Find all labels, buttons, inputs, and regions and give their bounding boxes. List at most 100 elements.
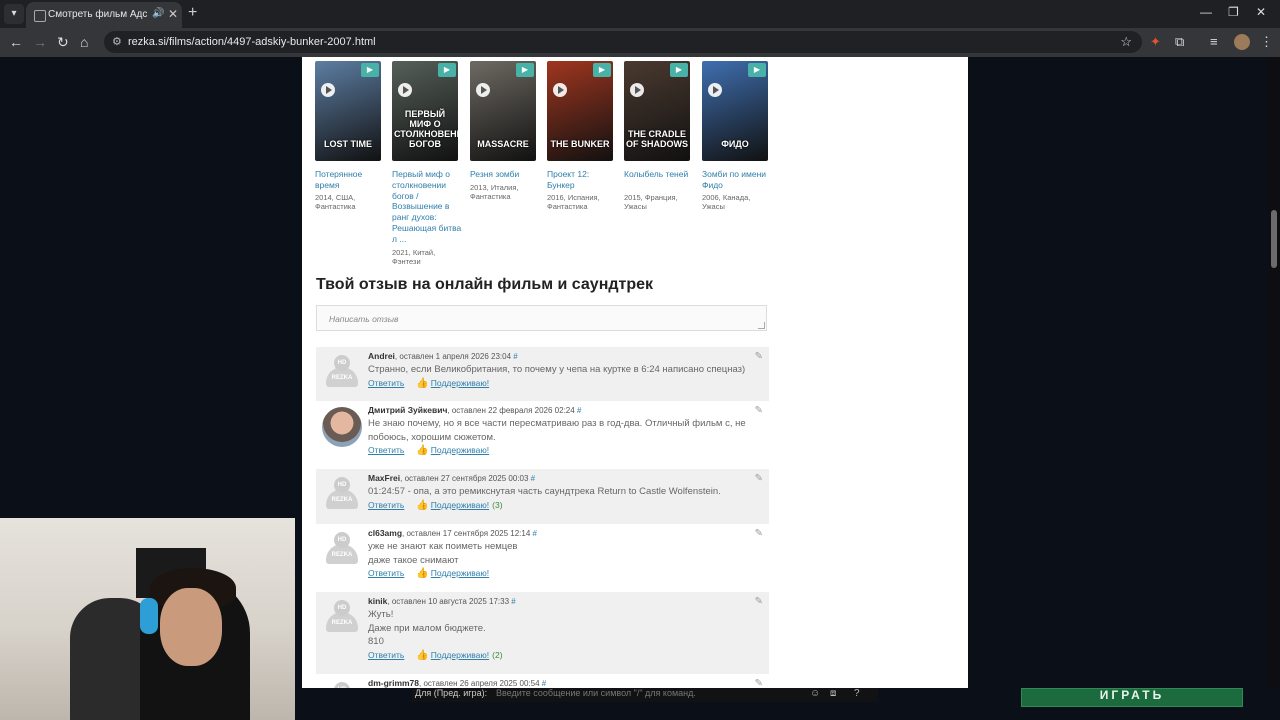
- home-icon[interactable]: ⌂: [80, 34, 88, 50]
- thumbs-up-icon[interactable]: 👍: [416, 650, 428, 661]
- speaker-icon[interactable]: 🔊: [152, 8, 164, 19]
- play-icon[interactable]: [476, 83, 490, 97]
- reply-link[interactable]: Ответить: [368, 568, 404, 578]
- reply-link[interactable]: Ответить: [368, 650, 404, 660]
- comment-author[interactable]: dm-grimm78: [368, 678, 419, 688]
- browser-tab[interactable]: Смотреть фильм Адский бункер 🔊 ✕: [26, 2, 182, 28]
- support-link[interactable]: Поддерживаю!: [431, 568, 489, 578]
- thumbs-up-icon[interactable]: 👍: [416, 500, 428, 511]
- play-icon[interactable]: [630, 83, 644, 97]
- support-link[interactable]: Поддерживаю!: [431, 500, 489, 510]
- film-title-link[interactable]: Зомби по имени Фидо: [702, 169, 772, 191]
- film-poster[interactable]: ▶ ПЕРВЫЙ МИФ О СТОЛКНОВЕНИИ БОГОВ: [392, 61, 458, 161]
- reply-link[interactable]: Ответить: [368, 378, 404, 388]
- poster-title-art: THE BUNKER: [550, 139, 610, 149]
- comment-author[interactable]: Дмитрий Зуйкевич: [368, 405, 447, 415]
- film-meta: 2014, США, Фантастика: [315, 193, 356, 211]
- reply-link[interactable]: Ответить: [368, 445, 404, 455]
- comment-item: REZKA HD Andrei, оставлен 1 апреля 2026 23…: [316, 347, 769, 401]
- pin-icon[interactable]: ✎: [755, 528, 763, 539]
- page-scrollbar[interactable]: [1268, 57, 1280, 688]
- film-poster[interactable]: ▶ THE BUNKER: [547, 61, 613, 161]
- video-camera-icon: ▶: [748, 63, 766, 77]
- comment-author[interactable]: kinik: [368, 596, 387, 606]
- film-title-link[interactable]: Первый миф о столкновении богов / Возвыш…: [392, 169, 462, 245]
- comment-date: , оставлен 27 сентября 2025 00:03: [400, 474, 529, 483]
- comment-permalink[interactable]: #: [531, 474, 535, 483]
- pin-icon[interactable]: ✎: [755, 405, 763, 416]
- comment-permalink[interactable]: #: [511, 597, 515, 606]
- film-poster[interactable]: ▶ MASSACRE: [470, 61, 536, 161]
- film-poster[interactable]: ▶ LOST TIME: [315, 61, 381, 161]
- play-icon[interactable]: [321, 83, 335, 97]
- resize-handle-icon[interactable]: [758, 322, 765, 329]
- pin-icon[interactable]: ✎: [755, 351, 763, 362]
- thumbs-up-icon[interactable]: 👍: [416, 378, 428, 389]
- play-icon[interactable]: [708, 83, 722, 97]
- play-icon[interactable]: [553, 83, 567, 97]
- thumbs-up-icon[interactable]: 👍: [416, 568, 428, 579]
- reload-icon[interactable]: ↻: [57, 34, 69, 51]
- url-text[interactable]: rezka.si/films/action/4497-adskiy-bunker…: [128, 36, 376, 48]
- address-bar[interactable]: ⚙ rezka.si/films/action/4497-adskiy-bunk…: [104, 31, 1142, 53]
- plus-icon[interactable]: +: [188, 4, 197, 22]
- pin-icon[interactable]: ✎: [755, 596, 763, 607]
- support-link[interactable]: Поддерживаю!: [431, 650, 489, 660]
- help-icon[interactable]: ?: [854, 688, 860, 699]
- reply-link[interactable]: Ответить: [368, 500, 404, 510]
- scrollbar-thumb[interactable]: [1271, 210, 1277, 268]
- film-title-link[interactable]: Потерянное время: [315, 169, 385, 191]
- comment-permalink[interactable]: #: [533, 529, 537, 538]
- chevron-down-icon[interactable]: ▾: [4, 4, 24, 24]
- comment-author[interactable]: MaxFrei: [368, 473, 400, 483]
- user-avatar[interactable]: [322, 407, 362, 447]
- comment-author[interactable]: Andrei: [368, 351, 395, 361]
- comment-text: Даже при малом бюджете.: [368, 622, 486, 634]
- default-avatar-icon: REZKAHD: [326, 682, 358, 688]
- chat-channel-label: Для (Пред. игра):: [415, 688, 488, 698]
- kebab-menu-icon[interactable]: ⋮: [1260, 34, 1273, 50]
- forward-arrow-icon[interactable]: →: [33, 34, 47, 50]
- comment-date: , оставлен 17 сентября 2025 12:14: [402, 529, 531, 538]
- puzzle-icon[interactable]: ⧉: [1175, 34, 1184, 50]
- chat-input[interactable]: Введите сообщение или символ "/" для ком…: [496, 688, 696, 698]
- video-camera-icon: ▶: [516, 63, 534, 77]
- film-poster[interactable]: ▶ THE CRADLE OF SHADOWS: [624, 61, 690, 161]
- play-button[interactable]: ИГРАТЬ: [1021, 688, 1243, 707]
- extension-icon[interactable]: ✦: [1150, 34, 1161, 50]
- media-controls-icon[interactable]: ≡: [1210, 34, 1218, 49]
- comment-permalink[interactable]: #: [542, 679, 546, 688]
- back-arrow-icon[interactable]: ←: [9, 34, 23, 50]
- support-link[interactable]: Поддерживаю!: [431, 445, 489, 455]
- window-close-icon[interactable]: ✕: [1256, 5, 1266, 19]
- comment-item: REZKAHD dm-grimm78, оставлен 26 апреля 20…: [316, 674, 769, 688]
- review-textarea[interactable]: Написать отзыв: [316, 305, 767, 331]
- comment-author[interactable]: cl63amg: [368, 528, 402, 538]
- comment-permalink[interactable]: #: [577, 406, 581, 415]
- film-title-link[interactable]: Колыбель теней: [624, 169, 694, 180]
- site-settings-icon[interactable]: ⚙: [112, 35, 122, 48]
- screenshot-icon[interactable]: ⧈: [830, 688, 836, 699]
- comment-header: Дмитрий Зуйкевич, оставлен 22 февраля 20…: [368, 405, 581, 415]
- close-icon[interactable]: ✕: [168, 7, 178, 21]
- comment-text: 01:24:57 - опа, а это ремикснутая часть …: [368, 486, 721, 497]
- support-link[interactable]: Поддерживаю!: [431, 378, 489, 388]
- restore-icon[interactable]: ❐: [1228, 5, 1239, 19]
- comment-text: даже такое снимают: [368, 554, 459, 566]
- comment-actions: Ответить 👍 Поддерживаю!: [368, 445, 489, 456]
- minimize-icon[interactable]: —: [1200, 5, 1212, 19]
- film-title-link[interactable]: Резня зомби: [470, 169, 540, 180]
- emoji-icon[interactable]: ☺: [810, 688, 820, 699]
- pin-icon[interactable]: ✎: [755, 678, 763, 688]
- profile-avatar[interactable]: [1234, 34, 1250, 50]
- thumbs-up-icon[interactable]: 👍: [416, 445, 428, 456]
- film-meta: 2021, Китай, Фэнтези: [392, 248, 436, 266]
- play-icon[interactable]: [398, 83, 412, 97]
- game-chat-bar[interactable]: Для (Пред. игра): Введите сообщение или …: [412, 688, 878, 702]
- bookmark-star-icon[interactable]: ☆: [1120, 34, 1132, 50]
- comment-permalink[interactable]: #: [513, 352, 517, 361]
- film-title-link[interactable]: Проект 12: Бункер: [547, 169, 617, 191]
- comment-item: REZKA HD MaxFrei, оставлен 27 сентября 202…: [316, 469, 769, 524]
- pin-icon[interactable]: ✎: [755, 473, 763, 484]
- film-poster[interactable]: ▶ ФИДО: [702, 61, 768, 161]
